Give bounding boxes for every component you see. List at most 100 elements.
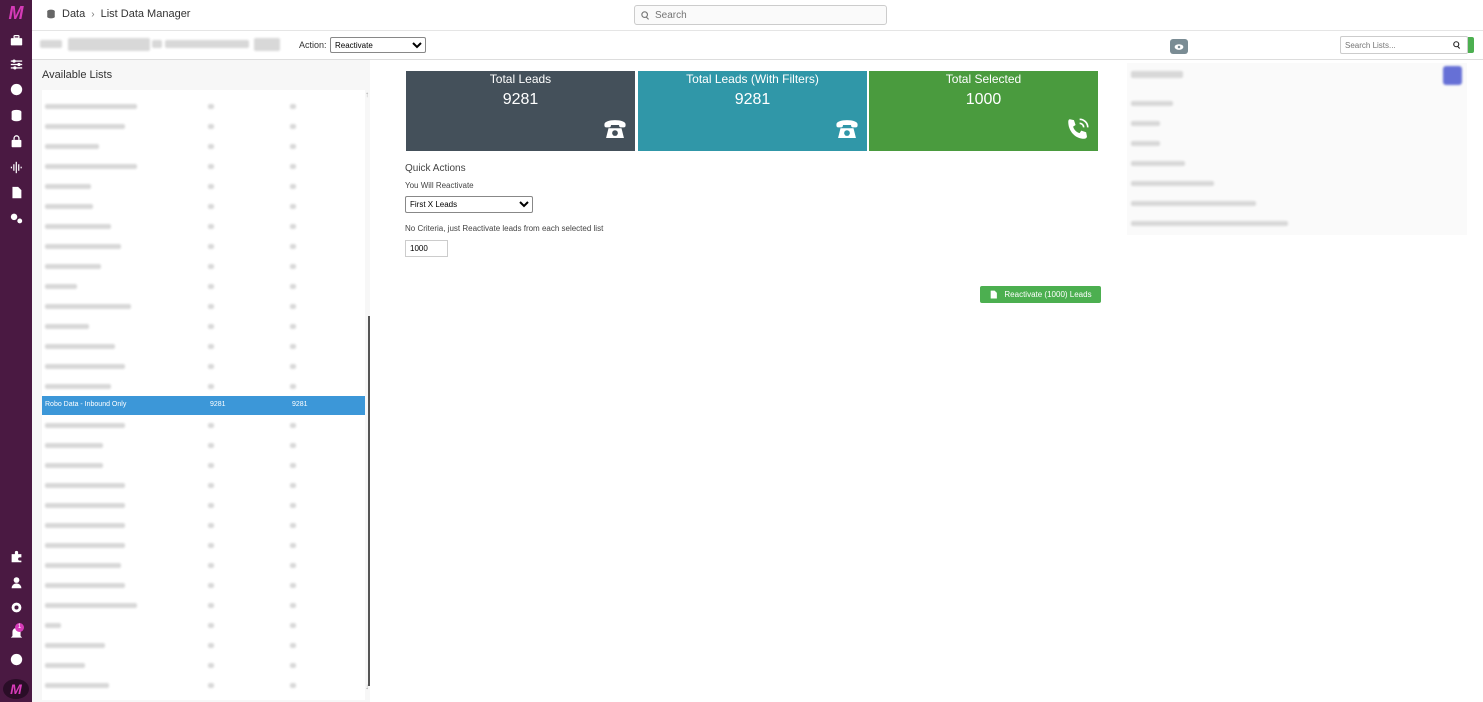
action-select[interactable]: Reactivate [330,37,426,53]
list-row[interactable] [42,257,365,276]
phone-icon [834,116,860,142]
add-template-button[interactable] [1443,66,1462,85]
card-title: Total Leads [489,72,552,86]
list-row[interactable] [42,117,365,136]
list-row[interactable] [42,436,365,455]
list-row[interactable] [42,197,365,216]
document-icon[interactable] [7,185,25,199]
list-row[interactable] [42,476,365,495]
redacted-cell [290,623,296,628]
list-row[interactable] [42,416,365,435]
search-icon[interactable] [1453,41,1461,49]
redacted-template-item[interactable] [1131,161,1186,166]
list-row[interactable] [42,656,365,675]
redacted-template-item[interactable] [1131,101,1173,106]
redacted-cell [45,543,125,548]
list-row[interactable] [42,217,365,236]
list-row[interactable] [42,357,365,376]
lead-count-input[interactable] [405,240,448,257]
reactivate-leads-button[interactable]: Reactivate (1000) Leads [980,286,1101,303]
user-avatar[interactable]: M [3,679,29,699]
redacted-cell [208,264,214,269]
redacted-template-item[interactable] [1131,221,1288,226]
redacted-cell [45,104,137,109]
reactivate-mode-select[interactable]: First X Leads [405,196,533,213]
redacted-filter[interactable] [165,40,249,48]
redacted-cell [290,144,296,149]
list-row[interactable] [42,317,365,336]
redacted-cell [45,503,125,508]
redacted-template-item[interactable] [1131,141,1160,146]
app-logo[interactable]: M [4,4,28,22]
globe-icon[interactable] [7,82,25,96]
database-icon [47,9,55,19]
redacted-filter[interactable] [152,40,162,48]
search-lists-input[interactable] [1345,40,1453,50]
criteria-note: No Criteria, just Reactivate leads from … [405,224,604,233]
redacted-cell [290,104,296,109]
scroll-up-icon[interactable]: ↑ [365,90,369,99]
card-title: Total Leads (With Filters) [686,72,819,86]
list-row[interactable] [42,636,365,655]
list-row[interactable] [42,237,365,256]
redacted-cell [290,304,296,309]
audio-wave-icon[interactable] [7,160,25,174]
briefcase-icon[interactable] [7,33,25,47]
breadcrumb-root[interactable]: Data [62,8,85,20]
list-row-selected[interactable]: Robo Data - Inbound Only 9281 9281 [42,396,365,415]
list-row[interactable] [42,377,365,396]
search-lists-submit[interactable] [1468,37,1474,53]
redacted-cell [208,583,214,588]
app-sidebar: M 1 M [0,0,32,702]
list-row[interactable] [42,137,365,156]
breadcrumb: Data › List Data Manager [46,8,190,20]
list-row[interactable] [42,516,365,535]
lock-folder-icon[interactable] [7,134,25,148]
list-row[interactable] [42,456,365,475]
phone-icon [602,116,628,142]
redacted-cell [290,284,296,289]
redacted-cell [290,184,296,189]
scroll-down-icon[interactable]: ↓ [365,682,369,691]
list-row[interactable] [42,277,365,296]
total-leads-card: Total Leads 9281 [406,71,635,151]
file-icon [991,290,998,299]
help-icon[interactable] [7,652,25,666]
list-row[interactable] [42,556,365,575]
redacted-cell [290,543,296,548]
gear-icon[interactable] [7,600,25,614]
list-row[interactable] [42,596,365,615]
list-row[interactable] [42,676,365,695]
redacted-cell [208,144,214,149]
redacted-template-item[interactable] [1131,181,1215,186]
sliders-icon[interactable] [7,57,25,71]
redacted-cell [290,244,296,249]
list-row[interactable] [42,496,365,515]
list-row[interactable] [42,337,365,356]
global-search-input[interactable] [655,9,875,21]
user-headset-icon[interactable] [7,575,25,589]
list-row[interactable] [42,297,365,316]
redacted-filter[interactable] [254,38,280,51]
redacted-cell [45,164,137,169]
redacted-filter[interactable] [68,38,150,51]
list-row[interactable] [42,536,365,555]
redacted-filter[interactable] [40,40,62,48]
redacted-template-item[interactable] [1131,201,1256,206]
list-row[interactable] [42,177,365,196]
list-row[interactable] [42,157,365,176]
toggle-view-button[interactable] [1170,39,1188,54]
list-row[interactable] [42,576,365,595]
redacted-template-item[interactable] [1131,121,1160,126]
redacted-cell [45,224,111,229]
puzzle-icon[interactable] [7,549,25,563]
list-row[interactable] [42,97,365,116]
redacted-cell [45,144,99,149]
redacted-cell [45,124,125,129]
redacted-cell [208,304,214,309]
redacted-cell [290,503,296,508]
list-row[interactable] [42,616,365,635]
database-icon[interactable] [7,108,25,122]
lists-scrollbar[interactable] [368,316,370,686]
cogs-icon[interactable] [7,211,25,225]
